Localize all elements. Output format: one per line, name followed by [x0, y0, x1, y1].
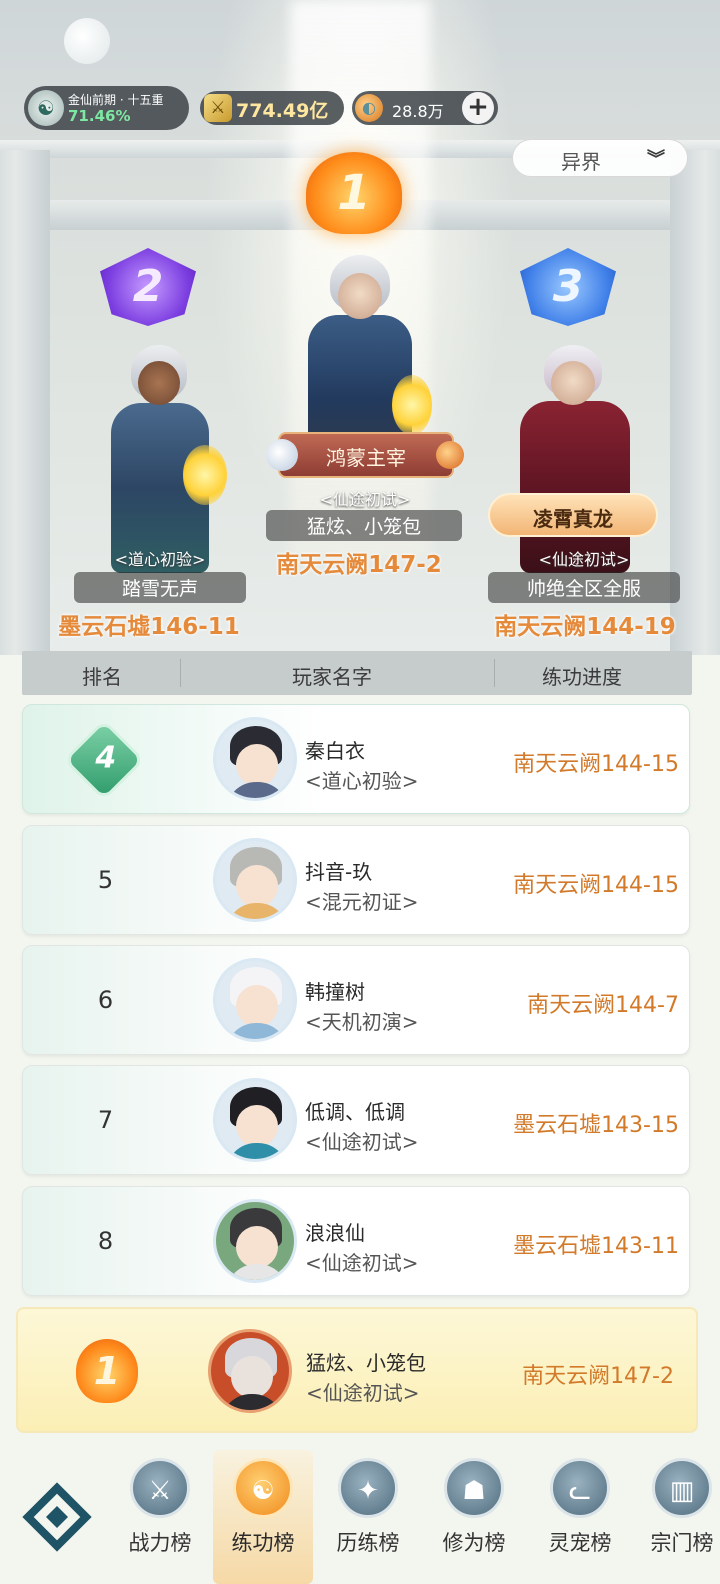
- rank-3-server: 南天云阙144-19: [494, 614, 676, 640]
- my-rank-row[interactable]: 1 猛炫、小笼包 <仙途初试> 南天云阙147-2: [16, 1307, 698, 1433]
- rank-3-badge: 3: [520, 248, 616, 326]
- realm-progress: 71.46%: [68, 107, 131, 125]
- player-tier: <道心初验>: [305, 769, 419, 793]
- player-name: 秦白衣: [305, 739, 365, 763]
- realm-name: 金仙前期 · 十五重: [68, 93, 164, 107]
- rank-3-title: 凌霄真龙: [533, 507, 613, 531]
- my-rank-badge: 1: [76, 1339, 138, 1403]
- player-tier: <混元初证>: [305, 890, 419, 914]
- crossed-swords-icon: ⚔: [130, 1458, 190, 1518]
- rank-3-title-badge: 凌霄真龙: [488, 493, 658, 537]
- player-progress: 南天云阙144-15: [513, 752, 679, 777]
- realm-icon: ☯: [28, 90, 64, 126]
- tab-power-rank[interactable]: ⚔ 战力榜: [110, 1450, 210, 1584]
- rank-1-character[interactable]: [300, 255, 432, 455]
- rank-2-server: 墨云石墟146-11: [58, 614, 240, 640]
- compass-star-icon: ✦: [338, 1458, 398, 1518]
- table-row[interactable]: 4 秦白衣 <道心初验> 南天云阙144-15: [22, 704, 690, 814]
- rank-3-tier: <仙途初试>: [538, 550, 630, 569]
- tab-label: 练功榜: [231, 1531, 295, 1555]
- my-player-name: 猛炫、小笼包: [306, 1351, 426, 1375]
- table-row[interactable]: 5 抖音-玖 <混元初证> 南天云阙144-15: [22, 825, 690, 935]
- rank-number: 5: [97, 866, 114, 894]
- rank-1-name: 猛炫、小笼包: [266, 510, 462, 541]
- player-progress: 南天云阙144-15: [513, 873, 679, 898]
- player-progress: 墨云石墟143-11: [513, 1234, 679, 1259]
- tab-training-rank[interactable]: ✦ 历练榜: [318, 1450, 418, 1584]
- player-name: 韩撞树: [305, 980, 365, 1004]
- rank-number: 8: [97, 1227, 114, 1255]
- power-status[interactable]: ⚔ 774.49亿: [200, 91, 344, 125]
- rank-number: 7: [97, 1106, 114, 1134]
- avatar[interactable]: [213, 1199, 297, 1283]
- realm-dropdown[interactable]: 异界 ︾: [512, 139, 688, 177]
- table-row[interactable]: 7 低调、低调 <仙途初试> 墨云石墟143-15: [22, 1065, 690, 1175]
- player-tier: <仙途初试>: [305, 1130, 419, 1154]
- rank-2-badge: 2: [100, 248, 196, 326]
- tab-label: 修为榜: [442, 1531, 506, 1555]
- tab-label: 灵宠榜: [548, 1531, 612, 1555]
- player-name: 抖音-玖: [305, 860, 373, 884]
- avatar[interactable]: [213, 838, 297, 922]
- table-row[interactable]: 6 韩撞树 <天机初演> 南天云阙144-7: [22, 945, 690, 1055]
- player-name: 浪浪仙: [305, 1221, 365, 1245]
- tab-label: 战力榜: [128, 1531, 192, 1555]
- rank-2-character[interactable]: [105, 345, 227, 575]
- avatar[interactable]: [213, 958, 297, 1042]
- realm-status[interactable]: ☯ 金仙前期 · 十五重 71.46%: [24, 86, 189, 130]
- header-progress: 练功进度: [542, 665, 622, 689]
- scroll-banner-icon: ▥: [652, 1458, 712, 1518]
- player-tier: <天机初演>: [305, 1010, 419, 1034]
- rank-1-badge: 1: [306, 152, 402, 234]
- rank-3-name: 帅绝全区全服: [488, 572, 680, 603]
- tab-practice-rank[interactable]: ☯ 练功榜: [213, 1450, 313, 1584]
- my-avatar[interactable]: [208, 1329, 292, 1413]
- home-logo-icon[interactable]: [22, 1482, 92, 1552]
- rank-number: 6: [97, 986, 114, 1014]
- yin-yang-icon: ☯: [233, 1458, 293, 1518]
- ranking-table-header: 排名 玩家名字 练功进度: [22, 651, 692, 695]
- player-tier: <仙途初试>: [305, 1251, 419, 1275]
- rank-1-server: 南天云阙147-2: [276, 552, 442, 578]
- tab-label: 宗门榜: [650, 1531, 714, 1555]
- rank-2-tier: <道心初验>: [114, 550, 206, 569]
- chevron-down-icon: ︾: [647, 149, 665, 170]
- rank-3-character[interactable]: [510, 345, 640, 575]
- realm-dropdown-value: 异界: [561, 150, 601, 174]
- tab-cultivation-rank[interactable]: ☗ 修为榜: [424, 1450, 524, 1584]
- cat-face-icon: ᓚ: [550, 1458, 610, 1518]
- player-name: 低调、低调: [305, 1100, 405, 1124]
- spirit-coin-icon: ◐: [355, 94, 383, 122]
- currency-value: 28.8万: [392, 102, 444, 121]
- player-progress: 南天云阙144-7: [527, 993, 679, 1018]
- my-player-progress: 南天云阙147-2: [522, 1364, 674, 1389]
- header-player-name: 玩家名字: [292, 665, 372, 689]
- avatar[interactable]: [213, 1078, 297, 1162]
- podium-stage: ☯ 金仙前期 · 十五重 71.46% ⚔ 774.49亿 ◐ 28.8万 + …: [0, 0, 720, 655]
- add-currency-button[interactable]: +: [462, 92, 494, 124]
- swords-icon: ⚔: [204, 94, 232, 122]
- currency-status: ◐ 28.8万 +: [352, 91, 498, 125]
- rank-1-tier: <仙途初试>: [319, 490, 411, 509]
- moon-orb: [64, 18, 110, 64]
- rank-4-badge: 4: [62, 718, 146, 802]
- pillar-left: [0, 150, 50, 655]
- tab-label: 历练榜: [336, 1531, 400, 1555]
- header-rank: 排名: [82, 665, 122, 689]
- rank-1-title-badge: 鸿蒙主宰: [266, 432, 464, 478]
- power-value: 774.49亿: [236, 100, 329, 122]
- table-row[interactable]: 8 浪浪仙 <仙途初试> 墨云石墟143-11: [22, 1186, 690, 1296]
- player-progress: 墨云石墟143-15: [513, 1113, 679, 1138]
- meditation-icon: ☗: [444, 1458, 504, 1518]
- avatar[interactable]: [213, 717, 297, 801]
- tab-pet-rank[interactable]: ᓚ 灵宠榜: [530, 1450, 630, 1584]
- rank-2-name: 踏雪无声: [74, 572, 246, 603]
- bottom-nav: ⚔ 战力榜 ☯ 练功榜 ✦ 历练榜 ☗ 修为榜 ᓚ 灵宠榜 ▥ 宗门榜: [0, 1440, 720, 1584]
- tab-sect-rank[interactable]: ▥ 宗门榜: [632, 1450, 720, 1584]
- my-player-tier: <仙途初试>: [306, 1381, 420, 1405]
- rank-1-title: 鸿蒙主宰: [326, 446, 406, 470]
